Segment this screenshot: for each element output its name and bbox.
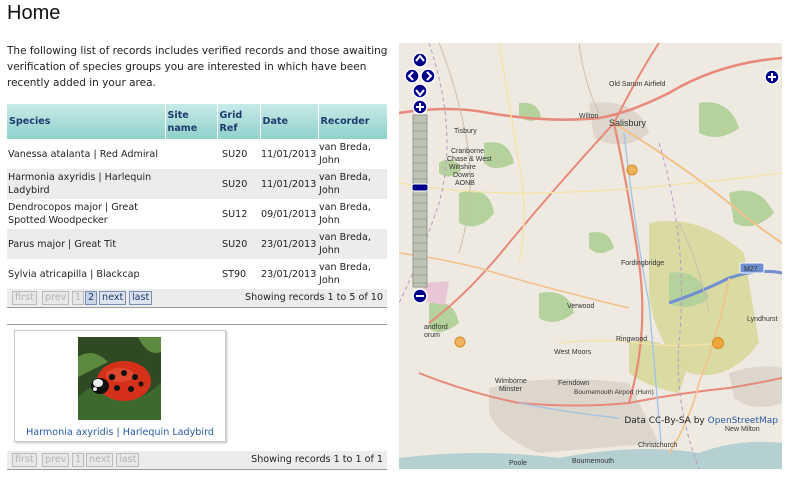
records-pager: first prev 1 2 next last Showing records…: [7, 289, 387, 308]
attribution-prefix: Data CC-By-SA by: [624, 416, 705, 426]
cell-date: 11/01/2013: [261, 148, 317, 160]
photo-card[interactable]: Harmonia axyridis | Harlequin Ladybird: [14, 330, 226, 442]
cell-grid-ref: SU20: [222, 148, 248, 160]
photos-pager-status: Showing records 1 to 1 of 1: [251, 454, 383, 465]
cell-species: Parus major | Great Tit: [7, 229, 165, 259]
records-map[interactable]: Old Sarum Airfield Wilton Salisbury Tisb…: [399, 43, 782, 469]
pan-left-button[interactable]: [404, 68, 420, 84]
pager-next-button[interactable]: next: [99, 291, 127, 305]
column-header-date[interactable]: Date: [259, 104, 318, 139]
map-label-poole: Poole: [509, 460, 527, 467]
ladybird-photo[interactable]: [78, 337, 161, 420]
cell-grid-ref: SU20: [217, 229, 260, 259]
pan-right-button[interactable]: [420, 68, 436, 84]
table-row[interactable]: Vanessa atalanta | Red Admiral SU20 11/0…: [7, 139, 387, 169]
cell-recorder: van Breda, John: [319, 142, 371, 166]
map-label-wilton: Wilton: [579, 113, 599, 120]
column-header-recorder[interactable]: Recorder: [317, 104, 387, 139]
record-marker[interactable]: [626, 164, 638, 176]
pager-first-button[interactable]: first: [12, 453, 37, 467]
records-table: Species Site name Grid Ref Date Recorder…: [7, 104, 387, 289]
map-label-ferndown: Ferndown: [558, 380, 589, 387]
pager-next-button[interactable]: next: [86, 453, 114, 467]
map-label-blandford-part: andford: [424, 324, 448, 331]
cell-species: Dendrocopos major | Great Spotted Woodpe…: [8, 202, 138, 226]
photos-pager: first prev 1 next last Showing records 1…: [7, 451, 387, 470]
map-label-ringwood: Ringwood: [616, 336, 647, 343]
cell-site-name: [165, 229, 217, 259]
map-label-salisbury: Salisbury: [609, 118, 647, 128]
table-row[interactable]: Dendrocopos major | Great Spotted Woodpe…: [7, 199, 387, 229]
pager-page-1-button[interactable]: 1: [72, 453, 85, 467]
table-row[interactable]: Parus major | Great Tit SU20 23/01/2013 …: [7, 229, 387, 259]
cell-grid-ref: SU20: [217, 169, 260, 199]
pager-prev-button[interactable]: prev: [42, 453, 70, 467]
map-label-tisbury: Tisbury: [454, 128, 477, 135]
map-label-west-moors: West Moors: [554, 349, 592, 356]
map-label-wimborne-part: Wimborne: [495, 378, 527, 385]
record-marker[interactable]: [712, 337, 724, 349]
cell-recorder: van Breda, John: [318, 229, 387, 259]
table-row[interactable]: Sylvia atricapilla | Blackcap ST90 23/01…: [7, 259, 387, 289]
map-base-layer[interactable]: Old Sarum Airfield Wilton Salisbury Tisb…: [399, 43, 782, 469]
map-label-verwood: Verwood: [567, 303, 594, 310]
layer-switcher-plus-icon[interactable]: [764, 69, 780, 85]
cell-site-name: [165, 199, 217, 229]
map-label-cranborne-part: Downs: [453, 172, 475, 179]
openstreetmap-link[interactable]: OpenStreetMap: [708, 416, 778, 426]
pager-page-1-button[interactable]: 1: [72, 291, 85, 305]
map-label-cranborne-part: Cranborne: [451, 148, 484, 155]
column-header-grid-ref[interactable]: Grid Ref: [216, 104, 260, 139]
column-header-species[interactable]: Species: [7, 104, 165, 139]
map-label-cranborne-part: Wiltshire: [449, 164, 476, 171]
photo-caption-link[interactable]: Harmonia axyridis | Harlequin Ladybird: [15, 427, 225, 438]
zoom-control[interactable]: [411, 99, 429, 305]
cell-recorder: van Breda, John: [318, 169, 387, 199]
cell-recorder: van Breda, John: [319, 202, 371, 226]
table-header-row: Species Site name Grid Ref Date Recorder: [7, 104, 387, 139]
cell-grid-ref: SU12: [222, 208, 248, 220]
map-label-new-milton: New Milton: [725, 426, 760, 433]
cell-site-name: [165, 259, 217, 289]
record-marker[interactable]: [454, 336, 466, 348]
map-label-blandford-part: orum: [424, 332, 440, 339]
map-label-fordingbridge: Fordingbridge: [621, 260, 664, 267]
pager-last-button[interactable]: last: [116, 453, 140, 467]
cell-date: 23/01/2013: [260, 229, 318, 259]
cell-date: 23/01/2013: [261, 268, 317, 280]
map-label-m27: M27: [744, 266, 758, 273]
cell-species: Harmonia axyridis | Harlequin Ladybird: [7, 169, 165, 199]
pager-last-button[interactable]: last: [129, 291, 153, 305]
pager-page-2-button[interactable]: 2: [85, 291, 98, 305]
map-label-cranborne-part: AONB: [455, 180, 475, 187]
cell-site-name: [165, 139, 217, 169]
pager-first-button[interactable]: first: [12, 291, 37, 305]
cell-date: 11/01/2013: [260, 169, 318, 199]
cell-date: 09/01/2013: [261, 208, 317, 220]
map-label-bournemouth-airport: Bournemouth Airport (Hurn): [574, 389, 654, 396]
page-title: Home: [7, 2, 61, 24]
cell-grid-ref: ST90: [222, 268, 247, 280]
cell-species: Vanessa atalanta | Red Admiral: [8, 148, 158, 160]
pan-control[interactable]: [404, 51, 436, 99]
section-divider: [7, 324, 387, 325]
map-label-bournemouth: Bournemouth: [572, 458, 614, 465]
map-label-old-sarum: Old Sarum Airfield: [609, 81, 666, 88]
cell-site-name: [165, 169, 217, 199]
pager-prev-button[interactable]: prev: [42, 291, 70, 305]
map-attribution: Data CC-By-SA by OpenStreetMap: [624, 416, 778, 426]
cell-species: Sylvia atricapilla | Blackcap: [8, 268, 140, 280]
map-label-cranborne-part: Chase & West: [447, 156, 492, 163]
map-label-christchurch: Christchurch: [638, 442, 677, 449]
zoom-slider-track[interactable]: [412, 114, 428, 288]
map-label-wimborne-part: Minster: [499, 386, 523, 393]
cell-recorder: van Breda, John: [319, 262, 371, 286]
table-row[interactable]: Harmonia axyridis | Harlequin Ladybird S…: [7, 169, 387, 199]
zoom-slider-handle[interactable]: [411, 183, 429, 192]
intro-text: The following list of records includes v…: [7, 45, 388, 89]
column-header-site-name[interactable]: Site name: [164, 104, 217, 139]
records-pager-status: Showing records 1 to 5 of 10: [245, 292, 383, 303]
map-label-lyndhurst: Lyndhurst: [747, 316, 778, 323]
